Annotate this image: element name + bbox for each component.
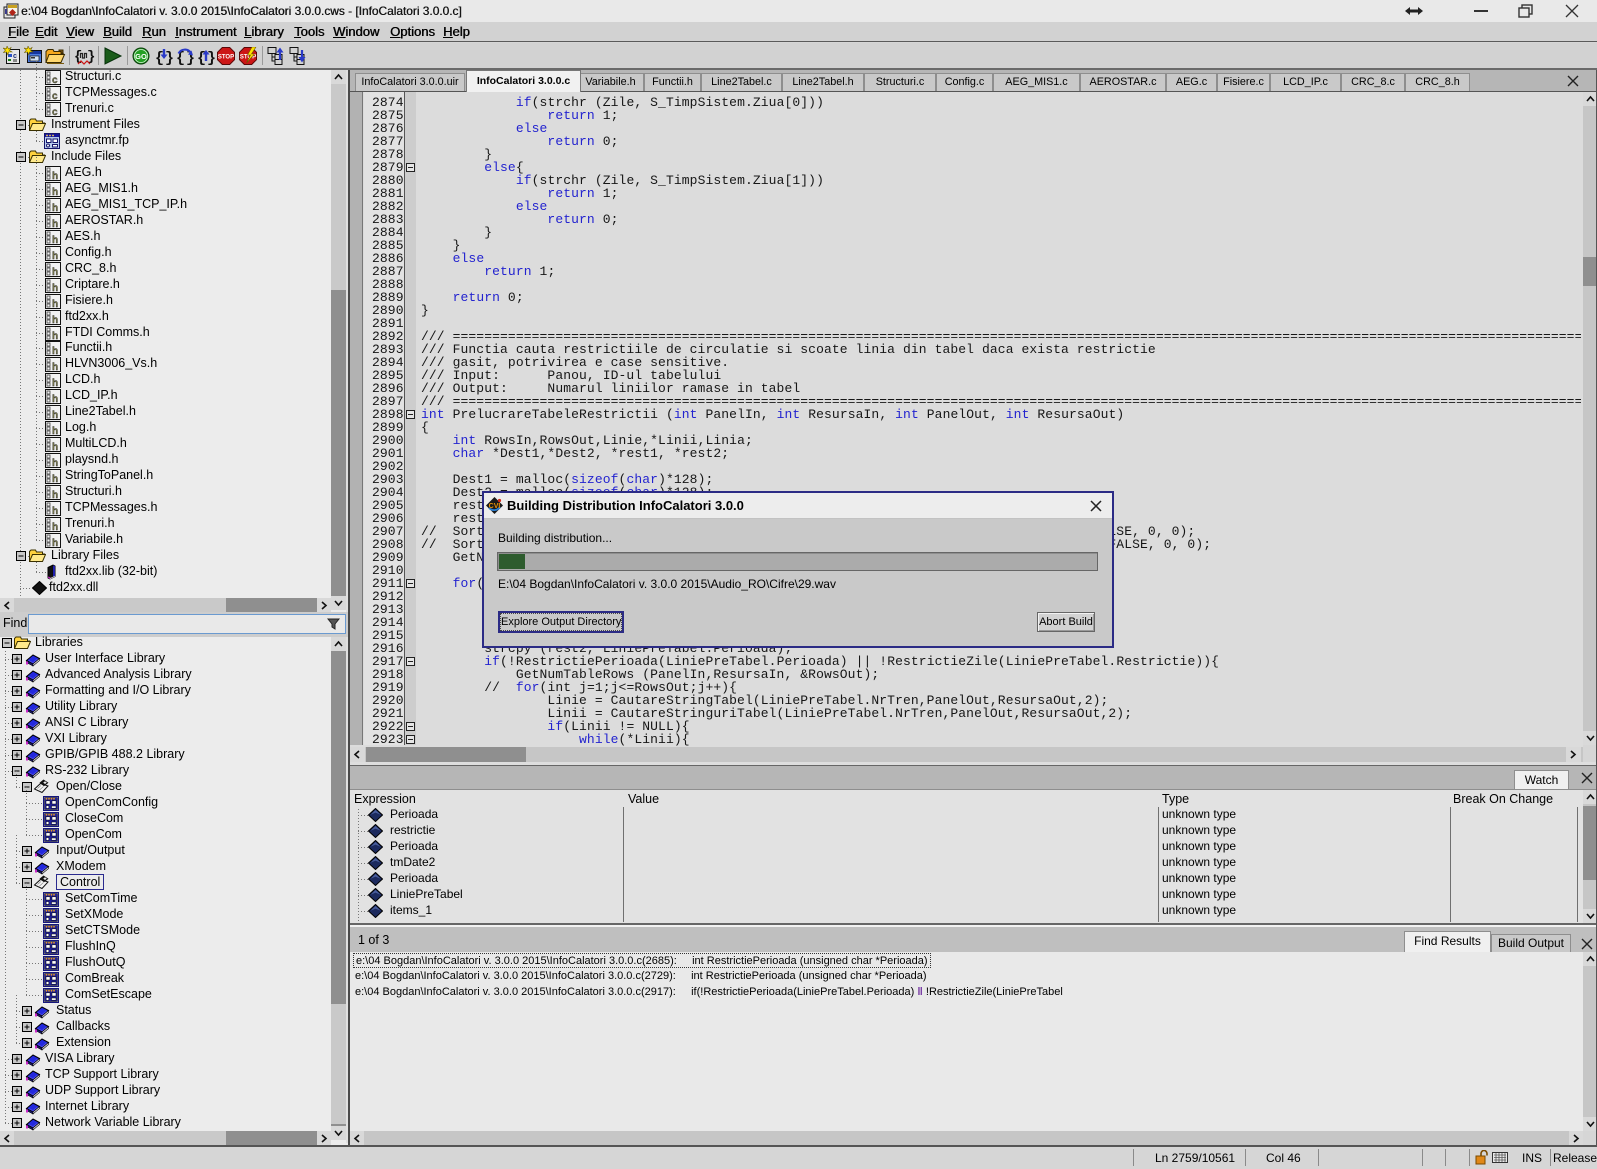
svg-text:h: h [52, 394, 58, 404]
svg-text:}: } [207, 50, 216, 66]
svg-text:h: h [52, 203, 58, 213]
svg-text:h: h [52, 474, 58, 484]
svg-text:h: h [52, 219, 58, 229]
svg-text:{: { [155, 50, 164, 66]
svg-text:GO: GO [135, 52, 147, 61]
svg-text:h: h [52, 522, 58, 532]
svg-text:}: } [165, 50, 174, 66]
svg-text:c: c [52, 91, 58, 101]
svg-text:h: h [52, 442, 58, 452]
svg-text:h: h [52, 299, 58, 309]
svg-text:{: { [74, 49, 82, 65]
svg-text:h: h [52, 506, 58, 516]
svg-text:STOP: STOP [218, 55, 234, 61]
svg-text:h: h [52, 267, 58, 277]
svg-text:h: h [52, 458, 58, 468]
svg-text:h: h [52, 251, 58, 261]
svg-text:h: h [52, 283, 58, 293]
svg-text:h: h [52, 426, 58, 436]
svg-text:CVI: CVI [489, 503, 501, 510]
svg-text:h: h [52, 378, 58, 388]
svg-text:h: h [52, 410, 58, 420]
svg-text:c: c [13, 53, 17, 60]
svg-text:h: h [52, 538, 58, 548]
svg-text:c: c [52, 75, 58, 85]
svg-text:h: h [52, 171, 58, 181]
svg-text:h: h [52, 346, 58, 356]
svg-text:h: h [52, 315, 58, 325]
svg-text:h: h [52, 235, 58, 245]
svg-text:c: c [52, 107, 58, 117]
svg-text:h: h [52, 490, 58, 500]
svg-text:h: h [52, 331, 58, 341]
svg-text:h: h [52, 187, 58, 197]
svg-text:h: h [52, 362, 58, 372]
